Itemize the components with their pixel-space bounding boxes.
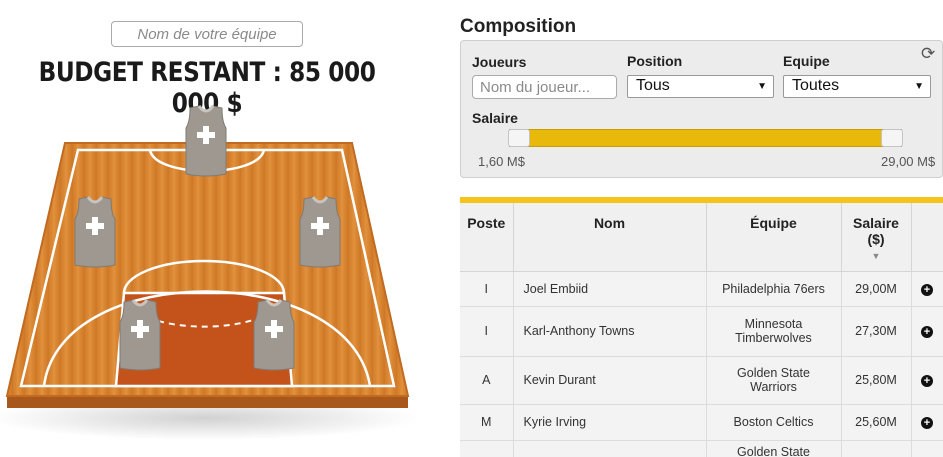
jersey-icon	[74, 196, 116, 268]
cell-add: +	[911, 404, 943, 441]
jersey-right-guard[interactable]	[252, 298, 296, 372]
table-row: I Karl-Anthony Towns Minnesota Timberwol…	[460, 306, 943, 357]
position-select[interactable]: Tous ▼	[627, 75, 774, 98]
cell-add: +	[911, 271, 943, 307]
add-player-icon[interactable]: +	[921, 326, 933, 338]
cell-salaire	[841, 440, 912, 457]
cell-poste	[460, 440, 514, 457]
cell-nom: Karl-Anthony Towns	[513, 306, 707, 357]
sort-down-icon: ▼	[871, 251, 881, 261]
lineup-panel: BUDGET RESTANT : 85 000 000 $	[0, 0, 420, 457]
salaire-label: Salaire	[472, 110, 518, 126]
position-label: Position	[627, 53, 683, 69]
header-poste[interactable]: Poste	[460, 203, 514, 272]
cell-poste: M	[460, 404, 514, 441]
composition-title: Composition	[460, 16, 577, 37]
add-player-icon[interactable]: +	[921, 375, 933, 387]
add-player-icon[interactable]: +	[921, 283, 933, 296]
header-action	[911, 203, 943, 272]
cell-equipe: Philadelphia 76ers	[706, 271, 842, 307]
salary-max-handle[interactable]	[881, 129, 903, 147]
cell-equipe: Golden State Warriors	[706, 356, 842, 405]
team-name-input[interactable]	[111, 21, 303, 47]
add-player-icon[interactable]: +	[921, 417, 933, 429]
table-row: I Joel Embiid Philadelphia 76ers 29,00M …	[460, 271, 943, 307]
table-row: Golden State	[460, 440, 943, 457]
jersey-center[interactable]	[184, 104, 228, 178]
equipe-label: Equipe	[783, 53, 830, 69]
salary-min-handle[interactable]	[508, 129, 530, 147]
jersey-icon	[119, 299, 161, 371]
players-table: Poste Nom Équipe Salaire ($) ▼ I Joel Em…	[460, 203, 943, 457]
cell-equipe: Minnesota Timberwolves	[706, 306, 842, 357]
cell-poste: I	[460, 306, 514, 357]
cell-nom: Kyrie Irving	[513, 404, 707, 441]
refresh-icon[interactable]: ⟳	[921, 44, 935, 64]
jersey-left-guard[interactable]	[118, 298, 162, 372]
player-search-input[interactable]	[472, 75, 617, 99]
jersey-right-wing[interactable]	[298, 195, 342, 269]
table-row: M Kyrie Irving Boston Celtics 25,60M +	[460, 404, 943, 441]
joueurs-label: Joueurs	[472, 54, 527, 70]
header-equipe[interactable]: Équipe	[706, 203, 842, 272]
header-salaire-label: Salaire	[853, 215, 899, 231]
chevron-down-icon: ▼	[757, 81, 767, 92]
cell-equipe-text: Golden State Warriors	[737, 366, 810, 394]
cell-salaire: 25,80M	[841, 356, 912, 405]
equipe-select[interactable]: Toutes ▼	[783, 75, 931, 98]
cell-equipe: Boston Celtics	[706, 404, 842, 441]
cell-add: +	[911, 306, 943, 357]
filters-box: Joueurs Position Equipe ⟳ Tous ▼ Toutes …	[460, 40, 943, 178]
cell-add	[911, 440, 943, 457]
header-nom[interactable]: Nom	[513, 203, 707, 272]
chevron-down-icon: ▼	[914, 81, 924, 92]
jersey-left-wing[interactable]	[73, 195, 117, 269]
salary-max-label: 29,00 M$	[881, 154, 936, 169]
cell-nom	[513, 440, 707, 457]
jersey-icon	[253, 299, 295, 371]
jersey-icon	[185, 105, 227, 177]
cell-poste: A	[460, 356, 514, 405]
salary-range-track[interactable]	[509, 129, 902, 147]
equipe-select-value: Toutes	[792, 77, 840, 94]
cell-equipe: Golden State	[706, 440, 842, 457]
cell-salaire: 25,60M	[841, 404, 912, 441]
jersey-icon	[299, 196, 341, 268]
salary-min-label: 1,60 M$	[478, 154, 525, 169]
cell-poste: I	[460, 271, 514, 307]
cell-equipe-text: Minnesota Timberwolves	[735, 317, 812, 345]
cell-nom: Joel Embiid	[513, 271, 707, 307]
cell-add: +	[911, 356, 943, 405]
header-salaire-unit: ($)	[867, 231, 885, 247]
player-selection-panel: Composition Joueurs Position Equipe ⟳ To…	[459, 0, 943, 457]
header-salaire[interactable]: Salaire ($) ▼	[841, 203, 912, 272]
position-select-value: Tous	[636, 77, 670, 94]
cell-nom: Kevin Durant	[513, 356, 707, 405]
cell-salaire: 29,00M	[841, 271, 912, 307]
cell-salaire: 27,30M	[841, 306, 912, 357]
table-row: A Kevin Durant Golden State Warriors 25,…	[460, 356, 943, 405]
